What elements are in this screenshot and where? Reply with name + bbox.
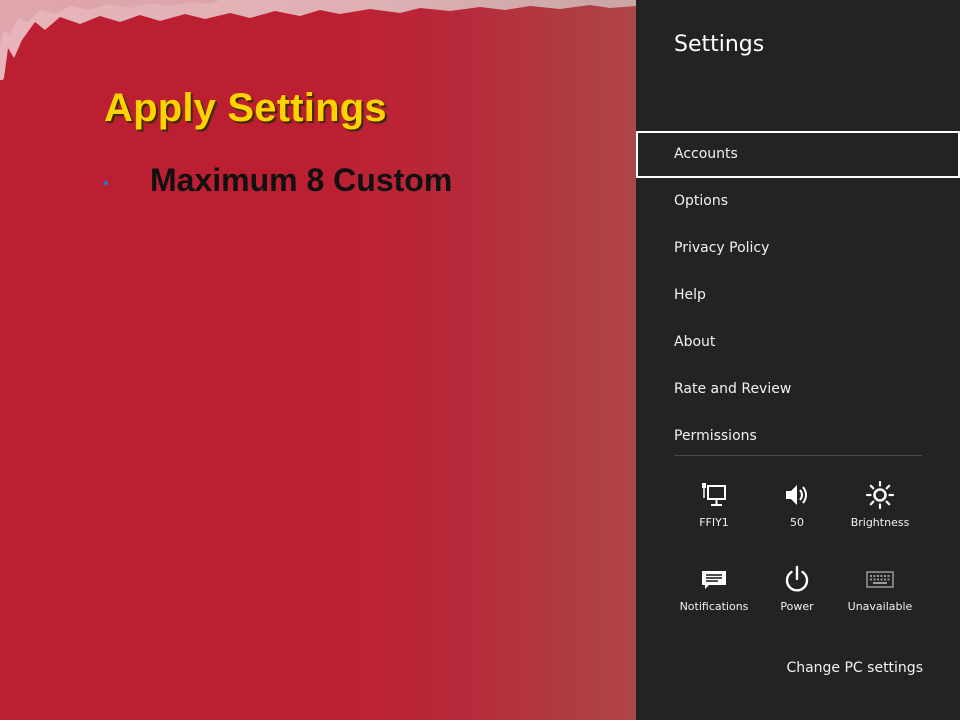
bullet-text: Maximum 8 Custom [150, 162, 453, 198]
menu-item-permissions[interactable]: Permissions [636, 413, 960, 460]
keyboard-label: Unavailable [847, 600, 913, 613]
settings-menu: Accounts Options Privacy Policy Help Abo… [636, 131, 960, 460]
brightness-label: Brightness [850, 516, 910, 529]
menu-item-help[interactable]: Help [636, 272, 960, 319]
menu-item-rate-and-review[interactable]: Rate and Review [636, 366, 960, 413]
notifications-tile[interactable]: Notifications [672, 562, 756, 632]
bullet-dot [104, 180, 108, 185]
notifications-icon [702, 571, 726, 589]
slide-top-texture [0, 0, 636, 80]
settings-charm-panel: Settings Accounts Options Privacy Policy… [636, 0, 960, 720]
brightness-tile[interactable]: Brightness [838, 478, 922, 548]
keyboard-icon [866, 571, 894, 588]
quick-settings-divider [674, 455, 922, 456]
power-tile[interactable]: Power [755, 562, 839, 632]
change-pc-settings-link[interactable]: Change PC settings [786, 660, 923, 676]
menu-item-about[interactable]: About [636, 319, 960, 366]
volume-tile[interactable]: 50 [755, 478, 839, 548]
power-icon [785, 565, 809, 592]
notifications-label: Notifications [679, 600, 749, 613]
volume-label: 50 [790, 516, 804, 529]
slide-title: Apply Settings [104, 86, 387, 130]
settings-panel-title: Settings [674, 32, 765, 57]
menu-item-accounts[interactable]: Accounts [636, 131, 960, 178]
brightness-icon [865, 480, 895, 510]
bullet-item: Maximum 8 Custom [104, 162, 452, 199]
presentation-slide: Apply Settings Maximum 8 Custom [0, 0, 636, 720]
keyboard-tile[interactable]: Unavailable [838, 562, 922, 632]
power-label: Power [780, 600, 814, 613]
network-icon [702, 483, 726, 506]
network-label: FFIY1 [699, 516, 729, 529]
menu-item-privacy-policy[interactable]: Privacy Policy [636, 225, 960, 272]
menu-item-options[interactable]: Options [636, 178, 960, 225]
volume-icon [786, 485, 807, 505]
network-tile[interactable]: FFIY1 [672, 478, 756, 548]
